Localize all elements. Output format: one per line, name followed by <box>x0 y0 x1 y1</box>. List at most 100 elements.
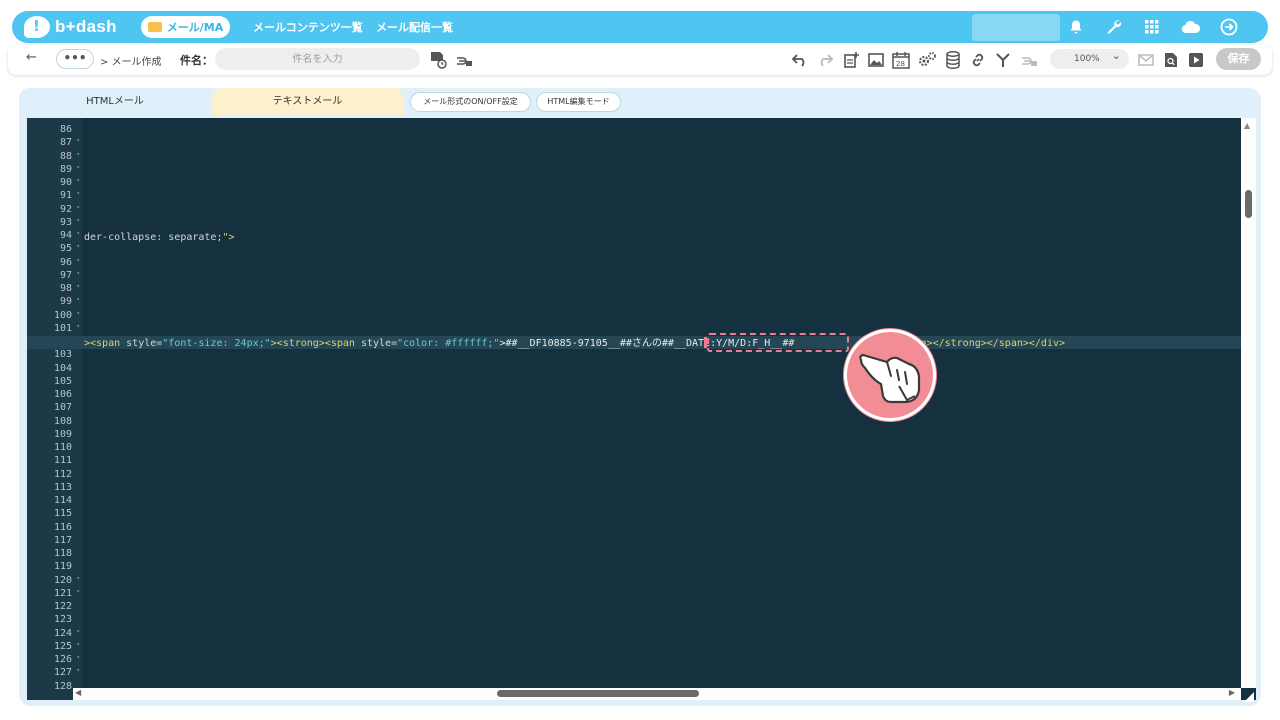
mail-format-toggle-button[interactable]: メール形式のON/OFF設定 <box>410 92 531 112</box>
tok-7: >##__DF10885-97105__##さんの <box>499 338 662 349</box>
line-number: 90 <box>60 177 80 188</box>
line-number: 128 <box>53 680 72 692</box>
line-number: 97 <box>60 270 80 281</box>
line-number: 112 <box>53 468 72 480</box>
line-number: 104 <box>53 362 72 374</box>
line-number: 117 <box>53 534 72 546</box>
logo-text: b+dash <box>55 17 117 36</box>
scroll-up-icon[interactable]: ▲ <box>1244 121 1250 130</box>
link-icon[interactable] <box>968 50 988 70</box>
bell-icon[interactable] <box>1065 16 1087 38</box>
tok-1: ><span <box>84 338 127 349</box>
code-editor[interactable]: 8687888990919293949596979899100101102103… <box>27 118 1256 700</box>
breadcrumb: > メール作成 <box>100 57 162 68</box>
line-number: 122 <box>53 601 72 612</box>
tab-text-mail[interactable]: テキストメール <box>212 88 403 115</box>
logout-icon[interactable] <box>1218 16 1240 38</box>
top-app-bar: b+dash メール/MA メールコンテンツ一覧 メール配信一覧 <box>12 11 1268 43</box>
link-lock-icon[interactable] <box>454 50 474 70</box>
line-number: 115 <box>53 508 72 520</box>
scroll-right-icon[interactable]: ▶ <box>1229 688 1235 697</box>
line-number: 101 <box>54 323 80 334</box>
line-number: 89 <box>60 164 80 175</box>
date-tag-highlight-box <box>707 333 849 352</box>
editor-toolbar: ← ••• > メール作成 件名： 28 100% <box>8 45 1272 75</box>
bdash-logo[interactable]: b+dash <box>24 14 117 40</box>
line-number: 116 <box>53 521 72 533</box>
line-number: 113 <box>53 481 72 493</box>
logo-bubble-icon <box>24 16 50 38</box>
line-number: 111 <box>53 455 72 467</box>
line-number-gutter: 8687888990919293949596979899100101102103… <box>27 118 82 700</box>
line-number: 107 <box>53 402 72 414</box>
more-menu-button[interactable]: ••• <box>56 49 94 69</box>
line-number: 99 <box>60 296 80 307</box>
user-info-blurred[interactable] <box>972 14 1060 41</box>
tab-html-mail[interactable]: HTMLメール <box>19 88 211 115</box>
line-number: 94 <box>60 230 80 241</box>
line-number: 125 <box>54 641 80 652</box>
tok-5: style= <box>360 338 398 349</box>
line-number: 86 <box>59 124 72 135</box>
horizontal-scroll-thumb[interactable] <box>497 690 699 697</box>
save-button[interactable]: 保存 <box>1216 48 1261 70</box>
code-content[interactable]: der-collapse: separate;"> ><span style="… <box>82 118 1242 688</box>
vertical-scrollbar[interactable]: ▲ <box>1241 118 1256 688</box>
mail-ma-mode-button[interactable]: メール/MA <box>141 16 230 38</box>
grid-icon[interactable] <box>1141 16 1163 38</box>
mail-test-icon[interactable] <box>1136 50 1156 70</box>
tok-6: "color: #ffffff;" <box>397 338 500 349</box>
schedule-icon[interactable] <box>428 50 448 70</box>
nav-mail-delivery-list[interactable]: メール配信一覧 <box>376 19 453 35</box>
branch-icon[interactable] <box>993 50 1013 70</box>
tok-4: ><strong><span <box>270 338 361 349</box>
line-number: 100 <box>54 310 80 321</box>
envelope-icon <box>147 22 162 32</box>
line-number: 88 <box>60 151 80 162</box>
scroll-left-icon[interactable]: ◀ <box>75 688 81 697</box>
subject-input[interactable] <box>215 48 420 70</box>
line-number: 127 <box>54 667 80 678</box>
zoom-select[interactable]: 100% <box>1050 46 1129 69</box>
line-number: 87 <box>60 137 80 148</box>
subject-label: 件名： <box>180 54 213 67</box>
line-number: 103 <box>53 349 72 361</box>
redo-icon[interactable] <box>815 50 835 70</box>
line-number: 98 <box>60 283 80 294</box>
line-number: 96 <box>60 257 80 268</box>
link-lock-disabled-icon[interactable] <box>1019 50 1039 70</box>
pointing-hand-icon <box>844 329 936 421</box>
vertical-scroll-thumb[interactable] <box>1245 190 1252 218</box>
settings-gears-icon[interactable] <box>917 50 937 70</box>
image-icon[interactable] <box>866 50 886 70</box>
tok-2: style= <box>126 338 163 349</box>
line-number: 109 <box>53 428 72 440</box>
html-edit-mode-button[interactable]: HTML編集モード <box>536 92 621 112</box>
line-number: 119 <box>53 561 72 573</box>
add-content-icon[interactable] <box>841 50 861 70</box>
code-line-94[interactable]: der-collapse: separate;"> <box>84 231 235 244</box>
mail-ma-label: メール/MA <box>166 21 224 34</box>
line-number: 110 <box>53 442 72 453</box>
line-number: 123 <box>53 614 72 626</box>
undo-icon[interactable] <box>790 50 810 70</box>
code-text-94: der-collapse: separate; <box>84 232 223 243</box>
horizontal-scrollbar[interactable]: ◀ ▶ <box>73 688 1241 700</box>
line-number: 118 <box>53 548 72 559</box>
line-number: 91 <box>60 190 80 201</box>
line-number: 114 <box>53 495 72 506</box>
line-number: 92 <box>60 204 80 215</box>
nav-mail-content-list[interactable]: メールコンテンツ一覧 <box>253 19 363 35</box>
wrench-icon[interactable] <box>1103 16 1125 38</box>
play-icon[interactable] <box>1186 50 1206 70</box>
calendar-icon[interactable]: 28 <box>891 50 911 70</box>
preview-doc-icon[interactable] <box>1161 50 1181 70</box>
line-number: 105 <box>53 375 72 387</box>
svg-text:28: 28 <box>896 60 905 68</box>
resize-corner-icon <box>1241 688 1256 702</box>
line-number: 106 <box>53 389 72 400</box>
line-number: 95 <box>60 243 80 254</box>
database-icon[interactable] <box>943 50 963 70</box>
cloud-icon[interactable] <box>1180 16 1202 38</box>
back-arrow-icon[interactable]: ← <box>26 50 37 65</box>
